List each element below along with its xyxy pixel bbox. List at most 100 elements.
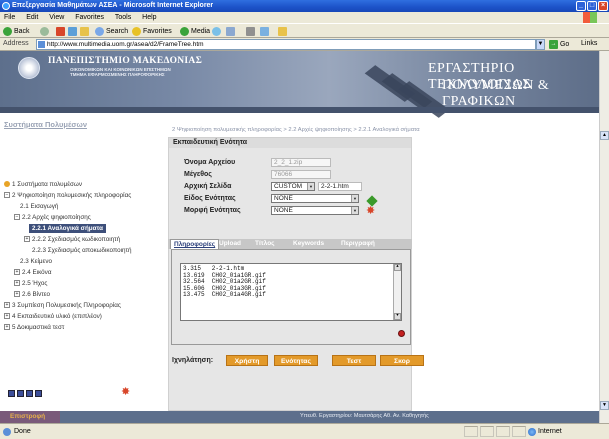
tab-keywords[interactable]: Keywords [290,239,327,249]
scroll-up-icon[interactable]: ▲ [394,264,401,271]
expand-icon[interactable]: + [4,324,10,331]
tab-title[interactable]: Τίτλος [252,239,278,249]
track-score-button[interactable]: Σκορ [380,355,424,366]
tree-item-2[interactable]: −2 Ψηφιοποίηση πολυμεσικής πληροφορίας [4,191,131,200]
back-button[interactable]: Back [3,26,30,37]
tree-item-2-5[interactable]: +2.5 Ήχος [14,279,47,288]
refresh-button[interactable] [68,26,79,37]
ie-icon [2,2,10,10]
home-button[interactable] [80,26,91,37]
history-button[interactable] [212,26,223,37]
tab-info[interactable]: Πληροφορίες [170,239,220,249]
tree-item-2-2[interactable]: −2.2 Αρχές ψηφιοποίησης [14,213,91,222]
page-scrollbar[interactable]: ▲ ▼ [599,51,609,423]
collapse-icon[interactable]: − [4,192,10,199]
menu-tools[interactable]: Tools [115,14,131,21]
menu-file[interactable]: File [4,14,15,21]
forward-button[interactable] [40,26,51,37]
search-button[interactable]: Search [95,26,128,37]
maximize-button[interactable]: □ [587,1,597,11]
links-button[interactable]: Links [581,40,597,47]
tree-item-2-4[interactable]: +2.4 Εικόνα [14,268,51,277]
media-button[interactable]: Media [180,26,210,37]
page-footer: Επιστροφή Υπευθ. Εργαστηρίου: Μαυτσάρης … [0,411,599,423]
unit-format-select[interactable]: NONE ▼ [271,206,359,215]
tree-item-2-1[interactable]: 2.1 Εισαγωγή [20,202,58,211]
stop-button[interactable] [56,26,67,37]
star-favorites-icon [132,26,141,36]
nav-first-icon[interactable] [8,390,15,397]
back-arrow-icon [3,26,12,36]
expand-icon[interactable]: + [14,280,20,287]
tree-item-2-6[interactable]: +2.6 Βίντεο [14,290,50,299]
discuss-button[interactable] [278,26,289,37]
favorites-button[interactable]: Favorites [132,26,172,37]
window-title: Επεξεργασία Μαθημάτων ΑΣΕΑ - Microsoft I… [12,2,214,9]
tree-item-2-2-3[interactable]: 2.2.3 Σχεδιασμός αποκωδικοποιητή [32,246,132,255]
address-dropdown-arrow-icon[interactable]: ▼ [536,39,545,50]
burst-star-icon[interactable]: ✸ [121,387,131,398]
startpage-select[interactable]: CUSTOM ▼ [271,182,315,191]
menu-view[interactable]: View [49,14,64,21]
minimize-button[interactable]: _ [576,1,586,11]
tree-item-1[interactable]: 1 Συστήματα πολυμέσων [4,180,82,189]
tree-item-2-2-1-selected[interactable]: 2.2.1 Αναλογικά σήματα [29,224,107,233]
delete-star-icon[interactable]: ✸ [366,206,375,217]
unit-type-label: Είδος Ενότητας [184,195,236,202]
chevron-down-icon: ▼ [307,183,314,190]
filename-field[interactable]: 2_2_1.zip [271,158,331,167]
list-item[interactable]: 13.475 CH02_01a4GR.gif [183,291,399,299]
print-button[interactable] [246,26,257,37]
scroll-down-icon[interactable]: ▼ [600,401,609,410]
track-test-button[interactable]: Τεστ [332,355,376,366]
menu-bar: File Edit View Favorites Tools Help [0,12,609,23]
menu-help[interactable]: Help [142,14,156,21]
go-button[interactable]: → Go [549,39,569,50]
scroll-up-icon[interactable]: ▲ [600,131,609,140]
close-button[interactable]: × [598,1,608,11]
menu-edit[interactable]: Edit [26,14,38,21]
address-input[interactable]: http://www.multimedia.uom.gr/asea/d2/Fra… [36,39,536,50]
expand-icon[interactable]: + [4,313,10,320]
panel-title: Εκπαιδευτική Ενότητα [173,139,248,146]
expand-icon[interactable]: + [4,302,10,309]
filename-label: Όνομα Αρχείου [184,159,236,166]
status-cell [496,426,510,437]
track-unit-button[interactable]: Ενότητας [274,355,318,366]
sidebar-title[interactable]: Συστήματα Πολυμέσων [4,120,87,129]
windows-logo-icon [583,12,597,23]
internet-globe-icon [528,428,536,436]
back-link[interactable]: Επιστροφή [0,411,60,423]
expand-icon[interactable]: + [14,291,20,298]
tree-item-2-2-2[interactable]: +2.2.2 Σχεδιασμός κωδικοποιητή [24,235,120,244]
collapse-icon[interactable]: − [14,214,20,221]
status-cell [480,426,494,437]
scroll-down-icon[interactable]: ▼ [394,313,401,320]
search-icon [95,26,104,36]
nav-last-icon[interactable] [35,390,42,397]
tree-item-2-3[interactable]: 2.3 Κείμενο [20,257,52,266]
menu-favorites[interactable]: Favorites [75,14,104,21]
tree-item-3[interactable]: +3 Συμπίεση Πολυμεσικής Πληροφορίας [4,301,121,310]
tree-item-4[interactable]: +4 Εκπαιδευτικό υλικό (επιπλέον) [4,312,102,321]
startpage-file-field[interactable]: 2-2-1.htm [318,182,362,191]
expand-icon[interactable]: + [24,236,30,243]
toolbar: Back Search Favorites Media [0,23,609,38]
list-scrollbar[interactable]: ▲ ▼ [393,264,401,320]
track-user-button[interactable]: Χρήστη [226,355,268,366]
department-subtitle: ΤΜΗΜΑ ΕΦΑΡΜΟΣΜΕΝΗΣ ΠΛΗΡΟΦΟΡΙΚΗΣ [70,72,165,77]
size-field[interactable]: 76066 [271,170,331,179]
expand-icon[interactable]: + [14,269,20,276]
info-file-list[interactable]: 3.315 2-2-1.htm 13.619 CH02_01a1GR.gif 3… [180,263,402,321]
tab-upload[interactable]: Upload [216,239,244,249]
nav-next-icon[interactable] [26,390,33,397]
mail-button[interactable] [226,26,237,37]
folder-icon [278,26,287,36]
edit-button[interactable] [260,26,271,37]
tracking-label: Ιχνηλάτηση: [172,357,214,364]
unit-type-select[interactable]: NONE ▼ [271,194,359,203]
tab-description[interactable]: Περιγραφή [338,239,378,249]
nav-prev-icon[interactable] [17,390,24,397]
record-dot-icon[interactable] [398,330,405,337]
tree-item-5[interactable]: +5 Δοκιμαστικά τεστ [4,323,64,332]
